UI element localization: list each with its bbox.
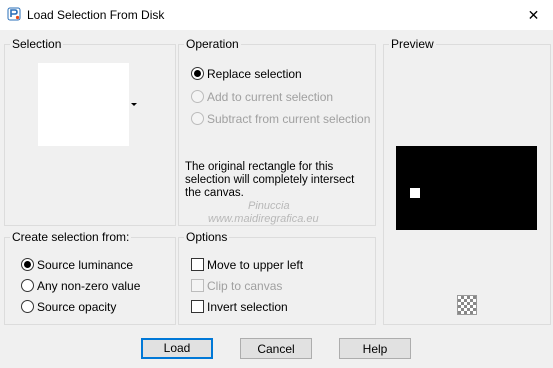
preview-selection-marker [410, 188, 420, 198]
any-non-zero-label[interactable]: Any non-zero value [37, 279, 140, 293]
help-button[interactable]: Help [339, 338, 411, 359]
app-icon [7, 7, 21, 21]
source-luminance-label[interactable]: Source luminance [37, 258, 133, 272]
invert-selection-checkbox[interactable] [191, 300, 204, 313]
preview-canvas [396, 146, 537, 230]
source-opacity-radio[interactable] [21, 300, 34, 313]
transparency-checker-icon[interactable] [457, 295, 477, 315]
preview-group-label: Preview [389, 37, 436, 51]
selection-group-label: Selection [10, 37, 64, 51]
replace-selection-label[interactable]: Replace selection [207, 67, 302, 81]
move-to-upper-left-checkbox[interactable] [191, 258, 204, 271]
selection-thumbnail[interactable] [38, 63, 129, 146]
source-opacity-label[interactable]: Source opacity [37, 300, 116, 314]
title-bar: Load Selection From Disk ✕ [0, 0, 553, 30]
replace-selection-radio[interactable] [191, 67, 204, 80]
load-button[interactable]: Load [141, 338, 213, 359]
subtract-from-selection-radio[interactable] [191, 112, 204, 125]
subtract-from-selection-label[interactable]: Subtract from current selection [207, 112, 370, 126]
watermark: Pinuccia www.maidiregrafica.eu [196, 200, 319, 226]
watermark-line1: Pinuccia [248, 200, 290, 212]
watermark-line2: www.maidiregrafica.eu [208, 213, 319, 225]
chevron-down-icon[interactable] [131, 103, 137, 106]
any-non-zero-radio[interactable] [21, 279, 34, 292]
invert-selection-label[interactable]: Invert selection [207, 300, 288, 314]
add-to-selection-radio[interactable] [191, 90, 204, 103]
cancel-button[interactable]: Cancel [240, 338, 312, 359]
add-to-selection-label[interactable]: Add to current selection [207, 90, 333, 104]
clip-to-canvas-label[interactable]: Clip to canvas [207, 279, 282, 293]
window-title: Load Selection From Disk [27, 8, 165, 22]
clip-to-canvas-checkbox[interactable] [191, 279, 204, 292]
create-from-group-label: Create selection from: [10, 230, 132, 244]
options-group-label: Options [184, 230, 230, 244]
move-to-upper-left-label[interactable]: Move to upper left [207, 258, 303, 272]
close-button[interactable]: ✕ [514, 0, 553, 30]
source-luminance-radio[interactable] [21, 258, 34, 271]
operation-group-label: Operation [184, 37, 241, 51]
operation-info-text: The original rectangle for this selectio… [185, 161, 355, 199]
